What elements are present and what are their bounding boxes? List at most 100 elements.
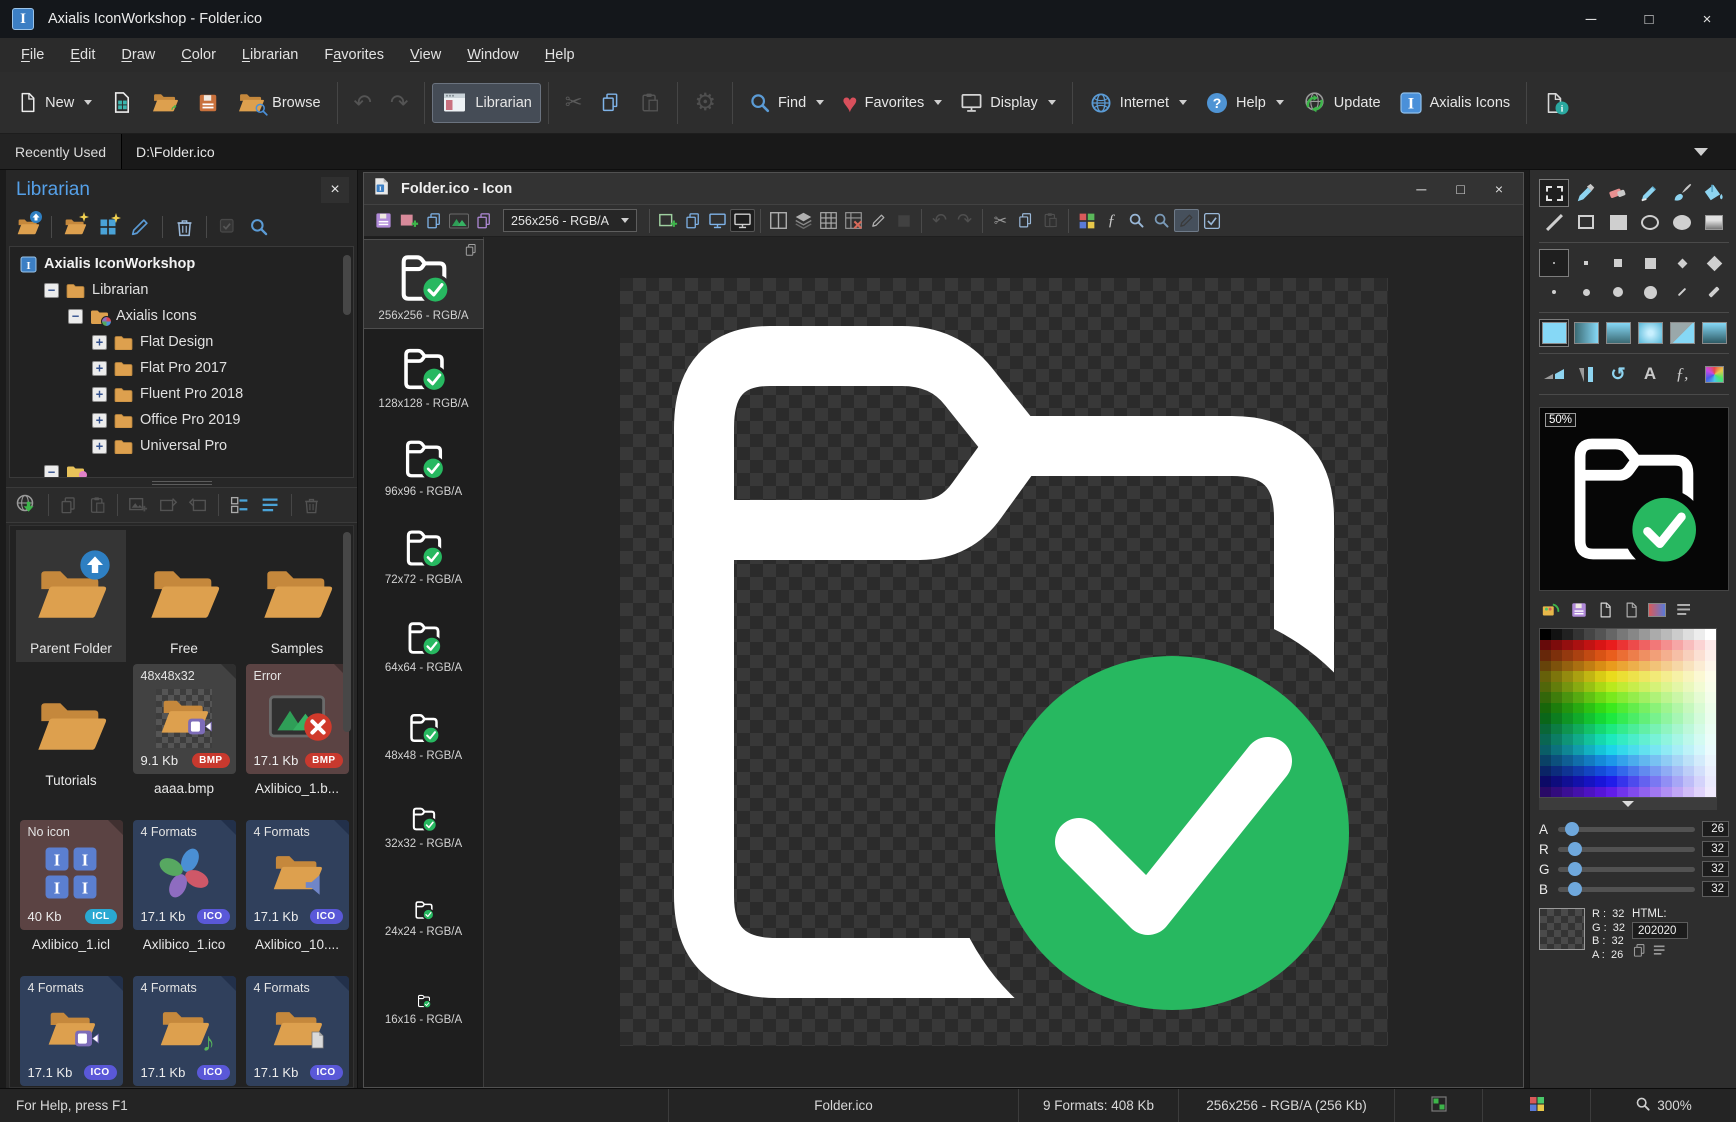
format-item-48x48[interactable]: 48x48 - RGB/A bbox=[364, 680, 483, 768]
palette-color[interactable] bbox=[1639, 745, 1650, 756]
palette-color[interactable] bbox=[1573, 766, 1584, 777]
palette-color[interactable] bbox=[1661, 776, 1672, 787]
palette-color[interactable] bbox=[1639, 629, 1650, 640]
palette-color[interactable] bbox=[1650, 734, 1661, 745]
palette-color[interactable] bbox=[1573, 755, 1584, 766]
doc-tool-duplicate-button[interactable] bbox=[471, 209, 496, 232]
slider-track[interactable] bbox=[1558, 847, 1695, 852]
toolbar-open-button[interactable] bbox=[142, 81, 188, 125]
toolbar-new-from-template-button[interactable] bbox=[101, 83, 142, 122]
size-round-1-tool[interactable] bbox=[1539, 278, 1569, 306]
palette-color[interactable] bbox=[1639, 682, 1650, 693]
palette-color[interactable] bbox=[1661, 650, 1672, 661]
palette-color[interactable] bbox=[1694, 661, 1705, 672]
palette-color[interactable] bbox=[1606, 661, 1617, 672]
palette-color[interactable] bbox=[1595, 787, 1606, 798]
palette-color[interactable] bbox=[1705, 661, 1716, 672]
palette-color[interactable] bbox=[1661, 692, 1672, 703]
download-button[interactable] bbox=[14, 493, 38, 517]
palette-color[interactable] bbox=[1573, 703, 1584, 714]
palette-color[interactable] bbox=[1595, 724, 1606, 735]
edit-button[interactable] bbox=[129, 216, 151, 238]
tree-item-axialis-icons[interactable]: −Axialis Icons bbox=[10, 303, 353, 329]
palette-color[interactable] bbox=[1595, 766, 1606, 777]
palette-color[interactable] bbox=[1672, 661, 1683, 672]
doc-tool-zoom-in-button[interactable] bbox=[1124, 209, 1149, 232]
palette-color[interactable] bbox=[1694, 713, 1705, 724]
copy-button[interactable] bbox=[59, 496, 78, 515]
tree-item-universal-pro[interactable]: +Universal Pro bbox=[10, 433, 353, 459]
browser-file[interactable]: 4 Formats ♪ 17.1 Kb ICO bbox=[129, 974, 239, 1088]
view-list-button[interactable] bbox=[260, 495, 281, 516]
doc-tool-copy-image-button[interactable] bbox=[680, 209, 705, 232]
palette-color[interactable] bbox=[1683, 745, 1694, 756]
palette-color[interactable] bbox=[1694, 640, 1705, 651]
palette-color[interactable] bbox=[1551, 671, 1562, 682]
doc-tool-new-image-button[interactable] bbox=[655, 209, 680, 232]
palette-color[interactable] bbox=[1595, 629, 1606, 640]
palette-color[interactable] bbox=[1595, 703, 1606, 714]
doc-tool-export-button[interactable] bbox=[421, 209, 446, 232]
palette-color[interactable] bbox=[1705, 682, 1716, 693]
palette-color[interactable] bbox=[1705, 640, 1716, 651]
palette-color[interactable] bbox=[1540, 734, 1551, 745]
palette-color[interactable] bbox=[1705, 766, 1716, 777]
browser-file-axlibico-1-ico[interactable]: 4 Formats 17.1 Kb ICO Axlibico_1.ico bbox=[129, 818, 239, 974]
tree-expander-icon[interactable]: + bbox=[92, 387, 107, 402]
flip-vertical-tool[interactable] bbox=[1571, 360, 1601, 388]
doc-tool-undo-button[interactable]: ↶ bbox=[927, 209, 952, 232]
palette-color[interactable] bbox=[1661, 766, 1672, 777]
browser-folder-free[interactable]: Free bbox=[129, 530, 239, 662]
list-icon[interactable] bbox=[1675, 601, 1693, 619]
palette-color[interactable] bbox=[1628, 640, 1639, 651]
palette-color[interactable] bbox=[1562, 692, 1573, 703]
palette-color[interactable] bbox=[1562, 776, 1573, 787]
palette-color[interactable] bbox=[1672, 734, 1683, 745]
menu-color[interactable]: Color bbox=[168, 42, 229, 68]
palette-color[interactable] bbox=[1672, 755, 1683, 766]
palette-icon[interactable] bbox=[1541, 601, 1561, 619]
tree-item-axialis-iconworkshop[interactable]: IAxialis IconWorkshop bbox=[10, 251, 353, 277]
palette-color[interactable] bbox=[1683, 671, 1694, 682]
palette-color[interactable] bbox=[1617, 745, 1628, 756]
palette-color[interactable] bbox=[1584, 671, 1595, 682]
palette-color[interactable] bbox=[1562, 787, 1573, 798]
flip-horizontal-tool[interactable] bbox=[1539, 360, 1569, 388]
palette-color[interactable] bbox=[1694, 682, 1705, 693]
gradient-icon[interactable] bbox=[1648, 603, 1666, 617]
doc-tool-image-button[interactable] bbox=[446, 209, 471, 232]
palette-color[interactable] bbox=[1606, 724, 1617, 735]
tree-expander-icon[interactable]: − bbox=[44, 465, 59, 479]
palette-color[interactable] bbox=[1650, 713, 1661, 724]
slider-knob[interactable] bbox=[1568, 862, 1582, 876]
select-button[interactable] bbox=[218, 217, 238, 237]
palette-color[interactable] bbox=[1540, 724, 1551, 735]
palette-color[interactable] bbox=[1584, 682, 1595, 693]
palette-color[interactable] bbox=[1705, 755, 1716, 766]
palette-color[interactable] bbox=[1661, 671, 1672, 682]
select-rectangle-tool[interactable] bbox=[1539, 179, 1569, 207]
slider-value[interactable]: 32 bbox=[1702, 881, 1729, 897]
palette-color[interactable] bbox=[1573, 776, 1584, 787]
browser-file-axlibico-1-b-[interactable]: Error 17.1 Kb BMP Axlibico_1.b... bbox=[242, 662, 352, 818]
palette-color[interactable] bbox=[1694, 787, 1705, 798]
palette-color[interactable] bbox=[1551, 703, 1562, 714]
doc-tool-draw-button[interactable] bbox=[866, 209, 891, 232]
size-square-4-tool[interactable] bbox=[1635, 249, 1665, 277]
palette-color[interactable] bbox=[1595, 745, 1606, 756]
palette-color[interactable] bbox=[1639, 671, 1650, 682]
format-selector-dropdown[interactable]: 256x256 - RGB/A bbox=[503, 209, 637, 232]
gradient-rectangle-tool[interactable] bbox=[1699, 208, 1729, 236]
palette-color[interactable] bbox=[1562, 629, 1573, 640]
palette-color[interactable] bbox=[1617, 682, 1628, 693]
palette-color[interactable] bbox=[1573, 682, 1584, 693]
fill-solid-tool[interactable] bbox=[1539, 319, 1569, 347]
palette-color[interactable] bbox=[1606, 671, 1617, 682]
palette-color[interactable] bbox=[1540, 640, 1551, 651]
palette-color[interactable] bbox=[1617, 766, 1628, 777]
add-page-icon[interactable] bbox=[1597, 601, 1614, 619]
palette-color[interactable] bbox=[1573, 671, 1584, 682]
palette-color[interactable] bbox=[1551, 745, 1562, 756]
palette-color[interactable] bbox=[1606, 692, 1617, 703]
recently-used-path[interactable]: D:\Folder.ico bbox=[121, 134, 1736, 169]
